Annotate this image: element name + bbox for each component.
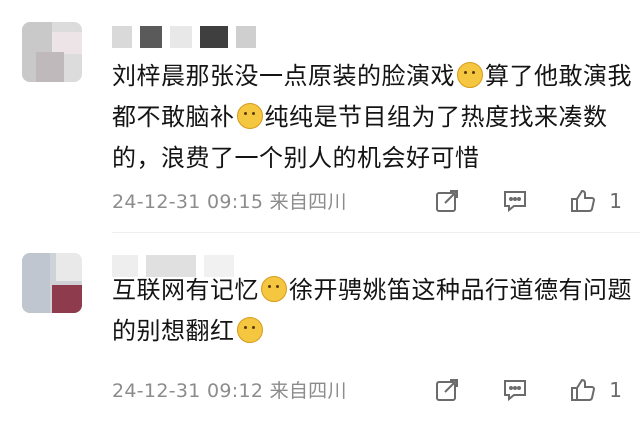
comment-actions: 1 — [395, 185, 622, 217]
avatar[interactable] — [22, 22, 82, 82]
thumbs-up-icon — [571, 378, 596, 401]
thumbs-up-icon — [571, 189, 596, 212]
reply-button[interactable] — [499, 185, 531, 217]
comment-item: 刘梓晨那张没一点原装的脸演戏 算了他敢演我都不敢脑补 纯纯是节目组为了热度找来凑数的… — [0, 0, 640, 233]
comment-actions: 1 — [395, 374, 622, 406]
like-count: 1 — [609, 189, 622, 213]
reply-button[interactable] — [499, 374, 531, 406]
like-count: 1 — [609, 378, 622, 402]
comment-text-segment: 刘梓晨那张没一点原装的脸演戏 — [112, 62, 455, 90]
doge-emoji — [236, 103, 263, 129]
comment-text-segment: 互联网有记忆 — [112, 276, 259, 304]
user-name[interactable] — [112, 26, 256, 48]
like-button[interactable] — [567, 374, 599, 406]
share-button[interactable] — [431, 185, 463, 217]
comment-icon — [504, 191, 527, 213]
smirk-emoji — [236, 317, 263, 343]
doge-emoji — [457, 62, 483, 88]
comment-icon — [504, 380, 527, 402]
comment-item: 互联网有记忆 徐开骋姚笛这种品行道德有问题的别想翻红 24-12-31 09:12… — [0, 233, 640, 423]
share-icon — [436, 190, 459, 212]
share-button[interactable] — [431, 374, 463, 406]
like-button[interactable] — [567, 185, 599, 217]
share-icon — [436, 379, 459, 401]
comment-text: 互联网有记忆 徐开骋姚笛这种品行道德有问题的别想翻红 — [112, 270, 632, 352]
smirk-emoji — [261, 276, 287, 302]
comment-meta: 24-12-31 09:15 来自四川 — [112, 191, 347, 213]
comment-meta: 24-12-31 09:12 来自四川 — [112, 380, 347, 402]
comment-text: 刘梓晨那张没一点原装的脸演戏 算了他敢演我都不敢脑补 纯纯是节目组为了热度找来凑数的… — [112, 56, 632, 179]
avatar[interactable] — [22, 253, 82, 313]
